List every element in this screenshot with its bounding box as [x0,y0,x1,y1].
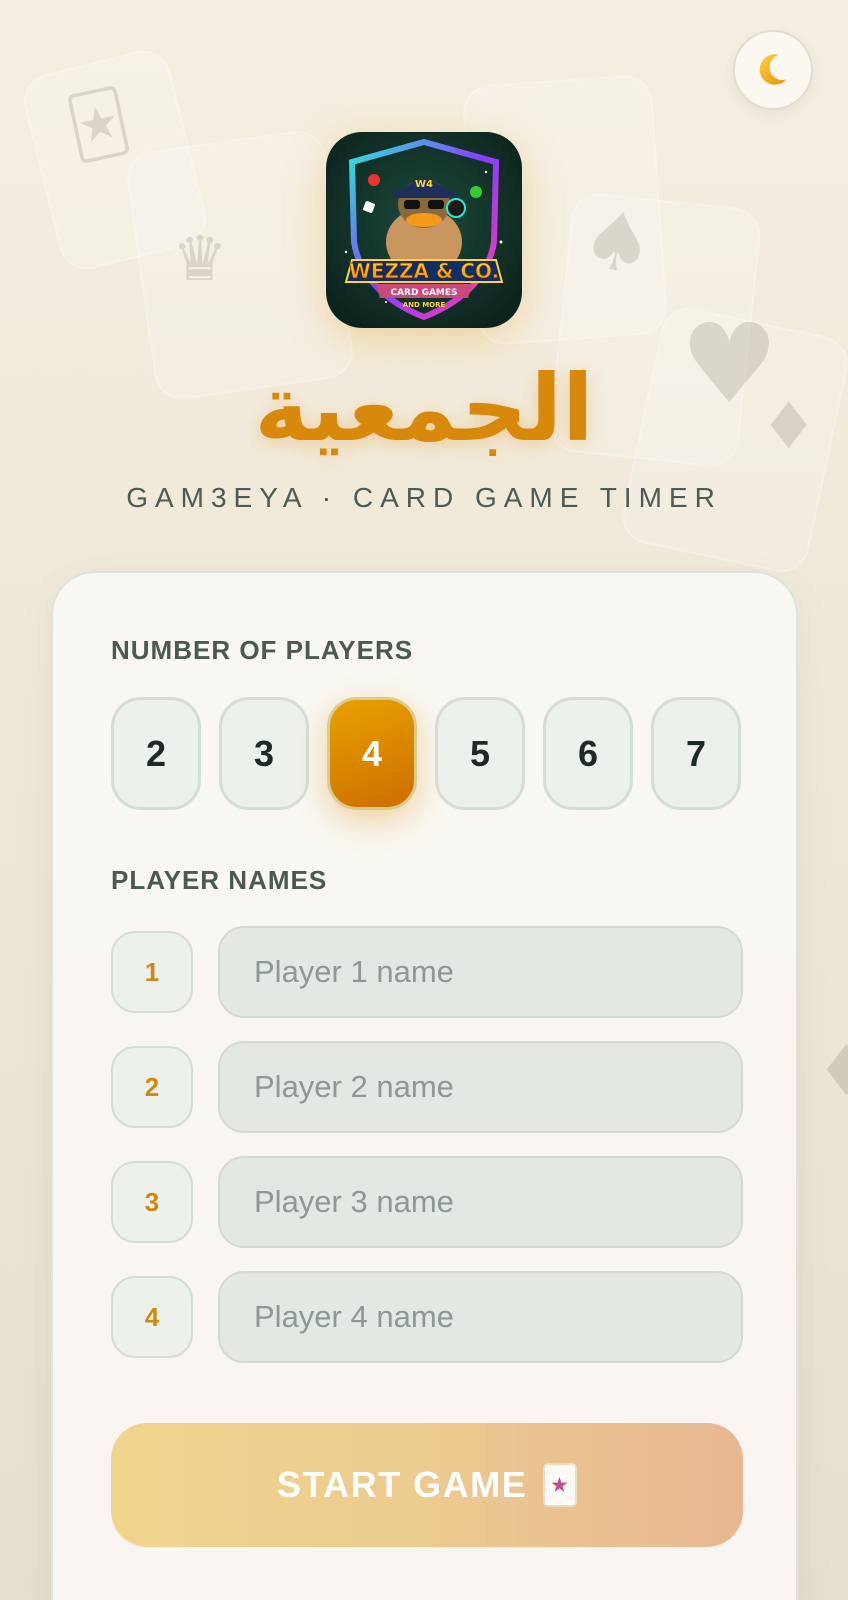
player-3-name-input[interactable] [218,1156,743,1248]
logo-tagline-bottom: AND MORE [403,301,446,309]
player-number-badge: 4 [111,1276,193,1358]
diamond-icon: ♦ [815,1030,848,1112]
app-subtitle: GAM3EYA · CARD GAME TIMER [126,482,722,513]
player-row-3: 3 [111,1156,743,1248]
crown-icon: ♛ [172,222,228,295]
player-row-2: 2 [111,1041,743,1133]
player-count-option-7[interactable]: 7 [651,697,741,810]
player-number-badge: 2 [111,1046,193,1128]
logo-brand-text: WEZZA & CO. [349,259,499,283]
app-logo: W4 WEZZA & CO. CARD GAMES AND MORE [326,132,522,328]
logo-cap-text: W4 [415,179,433,190]
player-2-name-input[interactable] [218,1041,743,1133]
player-1-name-input[interactable] [218,926,743,1018]
player-number-badge: 3 [111,1161,193,1243]
start-game-label: START GAME [276,1464,528,1505]
player-4-name-input[interactable] [218,1271,743,1363]
player-count-option-2[interactable]: 2 [111,697,201,810]
crescent-moon-icon [759,54,787,85]
player-number-badge: 1 [111,931,193,1013]
app-title: الجمعية [254,355,594,462]
start-game-button[interactable]: START GAME ★ [111,1423,743,1547]
player-count-option-3[interactable]: 3 [219,697,309,810]
setup-panel: NUMBER OF PLAYERS 2 3 4 5 6 7 PLAYER NAM… [51,571,798,1600]
joker-card-icon: ★ [543,1463,578,1507]
player-count-option-5[interactable]: 5 [435,697,525,810]
player-row-4: 4 [111,1271,743,1363]
player-row-1: 1 [111,926,743,1018]
player-count-option-6[interactable]: 6 [543,697,633,810]
player-names-label: PLAYER NAMES [111,865,328,895]
logo-tagline-top: CARD GAMES [390,288,457,298]
theme-toggle-button[interactable] [733,30,813,110]
player-count-selector: 2 3 4 5 6 7 [111,697,741,810]
player-count-label: NUMBER OF PLAYERS [111,635,414,665]
player-count-option-4-selected[interactable]: 4 [327,697,417,810]
